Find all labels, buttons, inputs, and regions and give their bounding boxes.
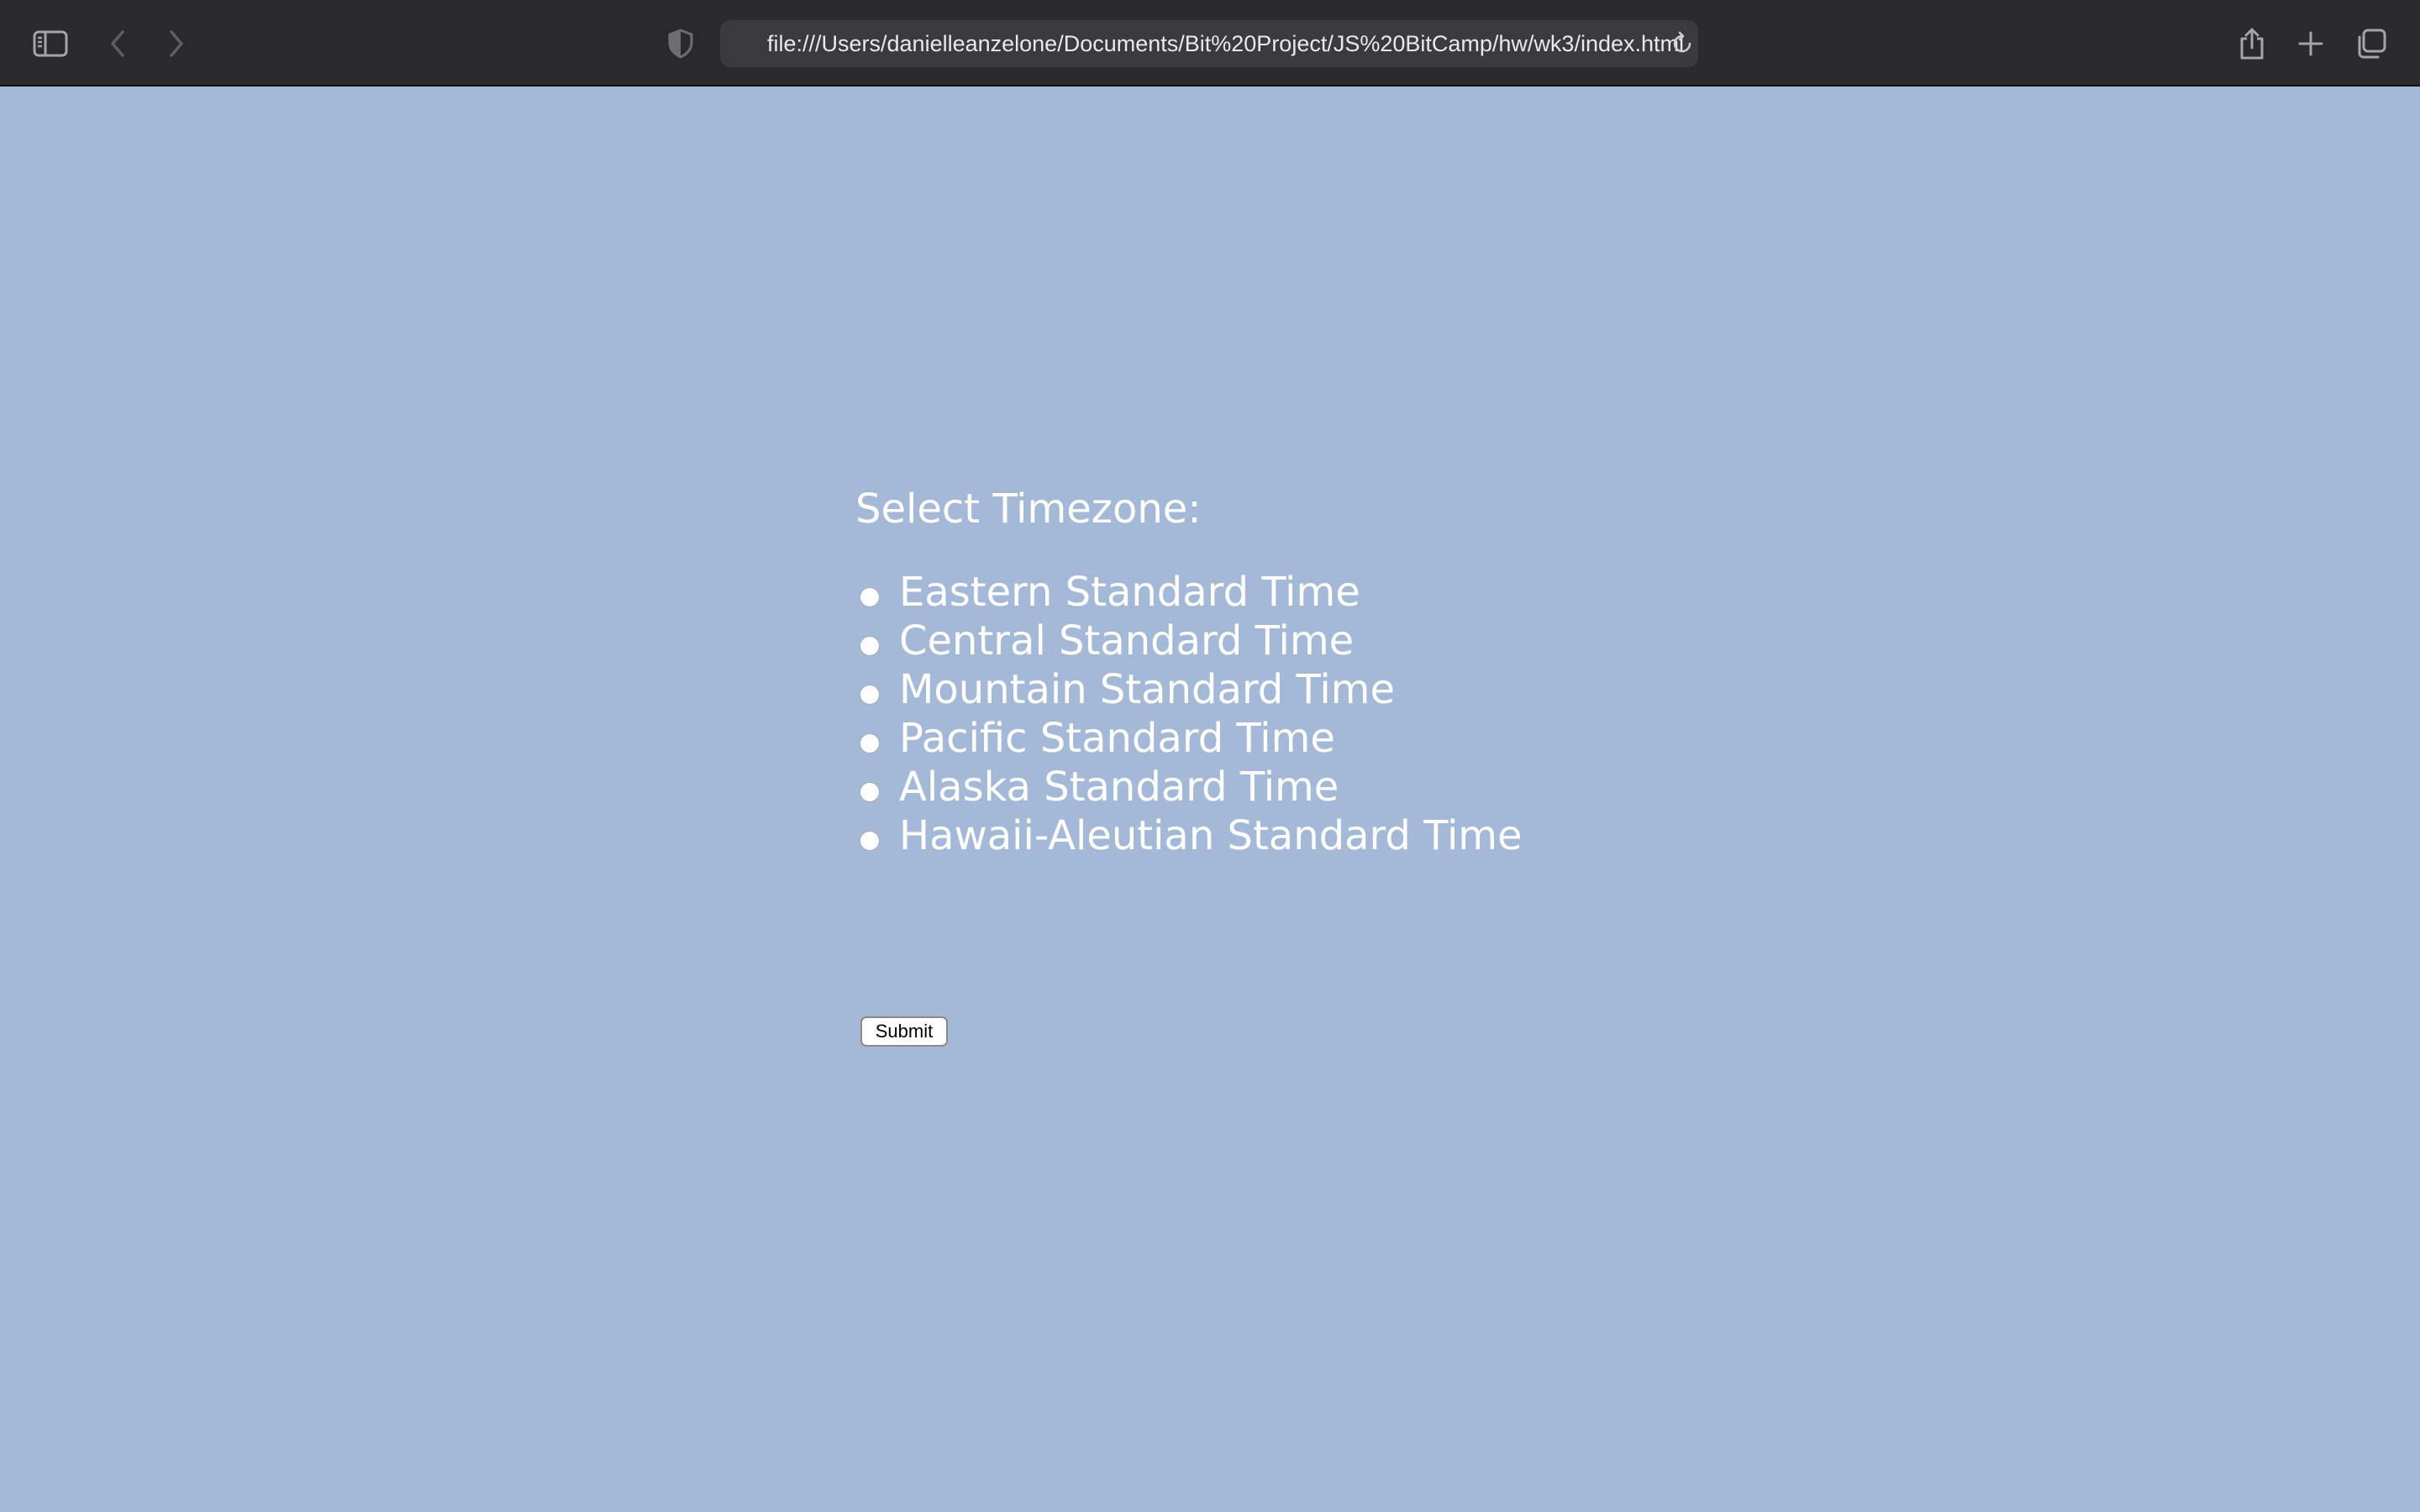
radio-button[interactable] — [860, 832, 879, 850]
option-label: Hawaii-Aleutian Standard Time — [899, 812, 1523, 859]
chevron-left-icon[interactable] — [99, 25, 136, 62]
timezone-option-central[interactable]: Central Standard Time — [855, 617, 1523, 665]
radio-button[interactable] — [860, 783, 879, 801]
submit-button[interactable]: Submit — [860, 1016, 948, 1047]
form-title: Select Timezone: — [855, 486, 1202, 533]
timezone-option-eastern[interactable]: Eastern Standard Time — [855, 568, 1523, 617]
share-icon[interactable] — [2233, 25, 2270, 62]
option-label: Alaska Standard Time — [899, 764, 1339, 811]
timezone-form: Select Timezone: Eastern Standard Time C… — [855, 479, 1523, 860]
option-label: Pacific Standard Time — [899, 715, 1335, 762]
radio-button[interactable] — [860, 637, 879, 655]
address-bar[interactable]: file:///Users/danielleanzelone/Documents… — [720, 20, 1698, 67]
url-text: file:///Users/danielleanzelone/Documents… — [767, 31, 1683, 56]
timezone-option-pacific[interactable]: Pacific Standard Time — [855, 714, 1523, 763]
option-label: Mountain Standard Time — [899, 666, 1395, 713]
option-label: Central Standard Time — [899, 617, 1355, 664]
timezone-option-alaska[interactable]: Alaska Standard Time — [855, 763, 1523, 811]
browser-toolbar: file:///Users/danielleanzelone/Documents… — [0, 0, 2420, 87]
chevron-right-icon[interactable] — [158, 25, 195, 62]
timezone-option-mountain[interactable]: Mountain Standard Time — [855, 665, 1523, 714]
sidebar-icon[interactable] — [32, 25, 69, 62]
radio-button[interactable] — [860, 734, 879, 753]
radio-button[interactable] — [860, 685, 879, 704]
timezone-option-hawaii[interactable]: Hawaii-Aleutian Standard Time — [855, 811, 1523, 860]
tabs-icon[interactable] — [2353, 25, 2390, 62]
shield-icon[interactable] — [662, 25, 699, 62]
reload-icon[interactable] — [1670, 31, 1695, 56]
plus-icon[interactable] — [2292, 25, 2329, 62]
option-label: Eastern Standard Time — [899, 569, 1360, 616]
radio-button[interactable] — [860, 588, 879, 606]
